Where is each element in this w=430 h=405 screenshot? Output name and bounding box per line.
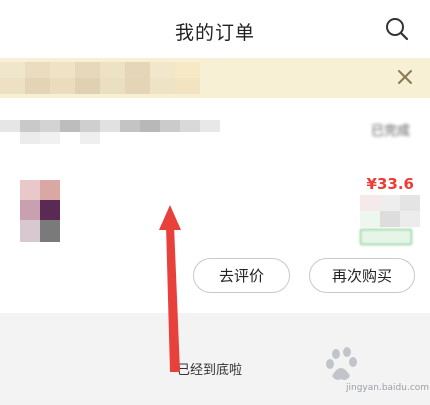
rebuy-button[interactable]: 再次购买 [309,258,415,293]
banner-mosaic [0,62,200,94]
status-badge [360,229,412,245]
search-button[interactable] [384,16,410,42]
order-price: ¥33.6 [366,175,414,193]
watermark-subtext: jingyan.baidu.com [346,383,430,393]
banner-close-button[interactable] [396,68,414,86]
notice-banner [0,58,430,98]
order-status: 已完成 [370,124,410,139]
page-title: 我的订单 [174,22,255,44]
end-of-list-text: 已经到底啦 [177,363,243,378]
search-icon [386,18,409,41]
product-thumbnail[interactable] [20,180,60,242]
order-card[interactable]: 已完成 ¥33.6 去评价 再次购买 [0,98,430,313]
store-name-mosaic [0,116,220,146]
close-icon [398,70,412,84]
orders-page: 我的订单 已完成 ¥33.6 去评价 再次购买 已经到底啦 jingyan.ba… [0,0,430,405]
price-detail-mosaic [360,195,420,227]
header-bar: 我的订单 [0,0,430,58]
review-button[interactable]: 去评价 [193,258,290,293]
